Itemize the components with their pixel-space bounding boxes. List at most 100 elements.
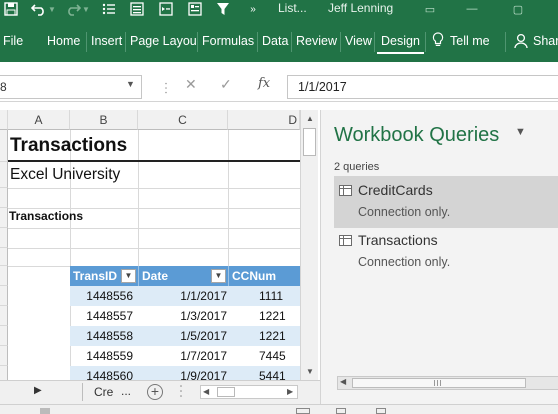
table-form-icon[interactable] [186, 0, 204, 18]
sheet-title[interactable]: Transactions [10, 135, 127, 157]
page-layout-view-icon[interactable] [336, 408, 346, 414]
row-header[interactable] [0, 188, 8, 208]
cell-date[interactable]: 1/9/2017 [180, 369, 227, 380]
row-header[interactable] [0, 366, 8, 380]
scroll-left-icon[interactable]: ◀ [340, 377, 346, 386]
scroll-down-icon[interactable]: ▼ [306, 367, 314, 376]
tab-file[interactable]: File [3, 34, 23, 48]
insert-function-icon[interactable]: fx [258, 76, 270, 91]
query-item-creditcards[interactable]: CreditCards Connection only. [334, 176, 558, 228]
cell-transid[interactable]: 1448556 [86, 289, 133, 303]
cell-ccnum[interactable]: 5441 [259, 369, 286, 380]
select-all-corner[interactable] [0, 110, 8, 130]
table-row[interactable]: 1448559 1/7/2017 7445 [70, 346, 300, 366]
normal-view-icon[interactable] [296, 408, 310, 414]
pane-scroll-thumb[interactable] [352, 378, 526, 388]
row-header[interactable] [0, 346, 8, 366]
cell-date[interactable]: 1/1/2017 [180, 289, 227, 303]
table-row[interactable]: 1448558 1/5/2017 1221 [70, 326, 300, 346]
tab-review[interactable]: Review [296, 34, 337, 48]
vertical-scrollbar[interactable]: ▲ ▼ [300, 110, 318, 380]
pane-options-icon[interactable]: ▼ [515, 126, 526, 138]
pane-horizontal-scrollbar[interactable]: ◀ [337, 376, 558, 390]
tab-design[interactable]: Design [377, 30, 424, 54]
grip-icon[interactable] [165, 81, 167, 94]
cell-ccnum[interactable]: 7445 [259, 349, 286, 363]
cell-date[interactable]: 1/5/2017 [180, 329, 227, 343]
form-icon[interactable] [128, 0, 146, 18]
tab-insert[interactable]: Insert [91, 34, 122, 48]
row-header[interactable] [0, 286, 8, 306]
redo-icon[interactable] [64, 0, 82, 18]
table-row[interactable]: 1448560 1/9/2017 5441 [70, 366, 300, 380]
share-person-icon[interactable] [514, 33, 528, 54]
filter-dropdown-icon[interactable]: ▼ [211, 269, 226, 283]
scroll-left-icon[interactable]: ◀ [203, 387, 209, 396]
cell-transid[interactable]: 1448559 [86, 349, 133, 363]
row-header[interactable] [0, 326, 8, 346]
tab-data[interactable]: Data [262, 34, 288, 48]
column-header-a[interactable]: A [8, 110, 70, 130]
name-box[interactable]: 8 [0, 75, 142, 99]
undo-icon[interactable] [30, 0, 48, 18]
horizontal-scroll-thumb[interactable] [217, 387, 235, 397]
share-button[interactable]: Shar [533, 34, 558, 48]
cell-date[interactable]: 1/3/2017 [180, 309, 227, 323]
cell-ccnum[interactable]: 1221 [259, 309, 286, 323]
tell-me-box[interactable]: Tell me [450, 34, 490, 48]
column-header-d[interactable]: D [228, 110, 300, 130]
tab-formulas[interactable]: Formulas [202, 34, 254, 48]
name-box-dropdown-icon[interactable]: ▼ [126, 79, 135, 89]
redo-dropdown-icon[interactable]: ▼ [81, 0, 91, 18]
cancel-icon[interactable]: ✕ [185, 76, 197, 93]
undo-dropdown-icon[interactable]: ▼ [47, 0, 57, 18]
filter-dropdown-icon[interactable]: ▼ [121, 269, 136, 283]
indent-icon[interactable] [157, 0, 175, 18]
row-header[interactable] [0, 306, 8, 326]
sheet-subtitle[interactable]: Excel University [10, 166, 120, 184]
cell-transid[interactable]: 1448558 [86, 329, 133, 343]
row-header[interactable] [0, 248, 8, 266]
row-header[interactable] [0, 208, 8, 228]
next-sheet-icon[interactable]: ▶ [34, 385, 42, 396]
save-icon[interactable] [2, 0, 20, 18]
splitter-grip-icon[interactable] [180, 384, 182, 398]
more-sheets-button[interactable]: ... [121, 384, 131, 398]
scroll-right-icon[interactable]: ▶ [287, 387, 293, 396]
cell-ccnum[interactable]: 1111 [259, 289, 283, 303]
row-header[interactable] [0, 130, 8, 162]
worksheet-grid[interactable]: A B C D Transactions Excel University Tr… [0, 110, 300, 380]
ribbon-display-options-icon[interactable]: ▭ [420, 0, 440, 18]
cell-transid[interactable]: 1448560 [86, 369, 133, 380]
page-break-view-icon[interactable] [376, 408, 386, 414]
vertical-scroll-thumb[interactable] [303, 128, 316, 156]
row-header[interactable] [0, 266, 8, 286]
query-item-transactions[interactable]: Transactions Connection only. [334, 226, 558, 278]
row-header[interactable] [0, 228, 8, 248]
table-row[interactable]: 1448557 1/3/2017 1221 [70, 306, 300, 326]
cell-transid[interactable]: 1448557 [86, 309, 133, 323]
tab-view[interactable]: View [345, 34, 372, 48]
sheet-tab[interactable]: Cre [94, 385, 113, 399]
maximize-icon[interactable]: ▢ [508, 0, 528, 18]
column-header-c[interactable]: C [138, 110, 228, 130]
tab-home[interactable]: Home [47, 34, 80, 48]
enter-icon[interactable]: ✓ [220, 76, 232, 93]
table-header-ccnum[interactable]: CCNum [228, 266, 300, 286]
cell-ccnum[interactable]: 1221 [259, 329, 286, 343]
column-header-b[interactable]: B [70, 110, 138, 130]
more-commands-icon[interactable]: » [244, 0, 262, 18]
scroll-up-icon[interactable]: ▲ [306, 114, 314, 123]
tab-page-layout[interactable]: Page Layou [130, 34, 197, 48]
lightbulb-icon[interactable] [432, 32, 444, 53]
table-row[interactable]: 1448556 1/1/2017 1111 [70, 286, 300, 306]
bullet-list-icon[interactable] [100, 0, 118, 18]
cell-date[interactable]: 1/7/2017 [180, 349, 227, 363]
user-name[interactable]: Jeff Lenning [328, 1, 393, 15]
horizontal-scrollbar[interactable]: ◀ ▶ [200, 385, 298, 399]
row-header[interactable] [0, 162, 8, 188]
filter-icon[interactable] [214, 0, 232, 18]
add-sheet-icon[interactable]: + [147, 384, 163, 400]
minimize-icon[interactable]: — [462, 0, 482, 18]
formula-input[interactable]: 1/1/2017 [287, 75, 558, 99]
